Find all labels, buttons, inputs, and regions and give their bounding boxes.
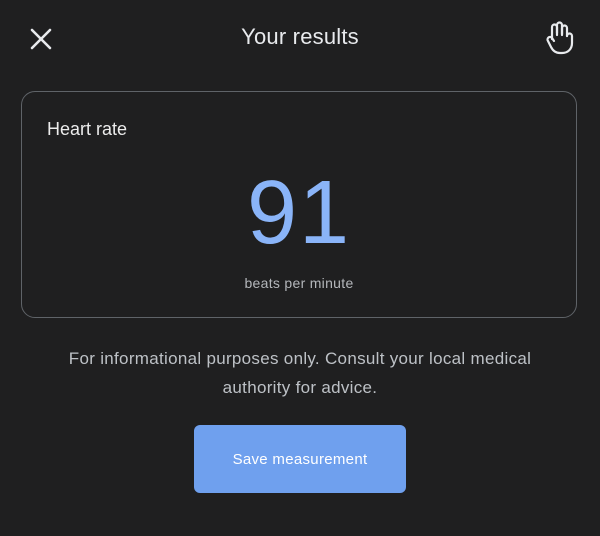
help-button[interactable] [540,18,580,58]
save-measurement-button[interactable]: Save measurement [194,425,406,493]
pointing-hand-icon [546,21,574,55]
heart-rate-unit: beats per minute [244,275,354,291]
heart-rate-card: Heart rate 91 beats per minute [21,91,577,318]
heart-rate-value: 91 [246,163,352,263]
page-title: Your results [241,24,359,49]
card-label: Heart rate [47,119,128,139]
disclaimer-text: For informational purposes only. Consult… [68,349,532,397]
